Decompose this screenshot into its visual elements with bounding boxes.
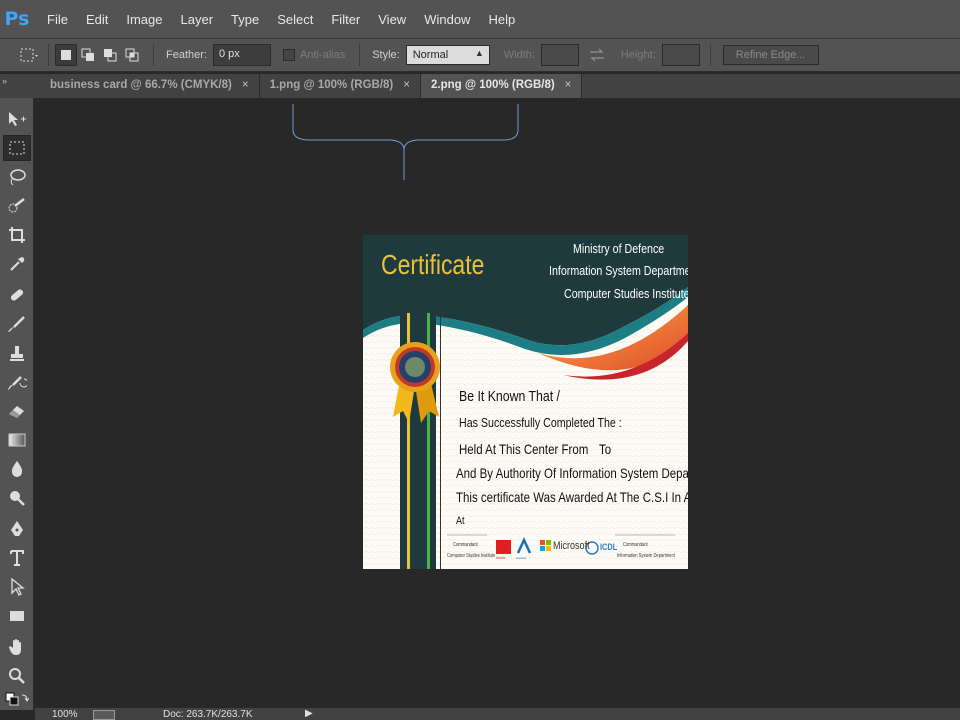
type-tool-icon[interactable]	[3, 545, 31, 571]
pen-tool-icon[interactable]	[3, 516, 31, 542]
cert-line-awarded: This certificate Was Awarded At The C.S.…	[456, 489, 688, 505]
menu-help[interactable]: Help	[479, 12, 524, 27]
tools-panel	[0, 98, 34, 710]
add-to-selection-icon[interactable]	[77, 44, 99, 66]
document-tabs: business card @ 66.7% (CMYK/8) × 1.png @…	[40, 74, 960, 98]
tab-business-card[interactable]: business card @ 66.7% (CMYK/8) ×	[40, 74, 260, 98]
swap-dimensions-icon[interactable]	[579, 48, 615, 62]
menu-bar: Ps File Edit Image Layer Type Select Fil…	[0, 0, 960, 38]
eyedropper-icon[interactable]	[3, 251, 31, 277]
hand-tool-icon[interactable]	[3, 634, 31, 660]
height-input[interactable]	[661, 44, 700, 66]
signature-left-org: Computer Studies Institute	[447, 553, 496, 559]
zoom-level[interactable]: 100%	[52, 709, 78, 720]
style-label: Style:	[372, 49, 400, 61]
style-select[interactable]: Normal ▲	[405, 45, 490, 65]
gradient-tool-icon[interactable]	[3, 427, 31, 453]
menu-filter[interactable]: Filter	[322, 12, 369, 27]
antialias-checkbox[interactable]	[282, 49, 295, 61]
tab-label: 1.png @ 100% (RGB/8)	[269, 79, 394, 91]
tab-label: business card @ 66.7% (CMYK/8)	[50, 79, 232, 91]
menu-file[interactable]: File	[38, 12, 77, 27]
menu-type[interactable]: Type	[222, 12, 268, 27]
icdl-logo: ICDL	[600, 542, 618, 552]
marquee-preset-icon[interactable]	[16, 44, 42, 66]
status-menu-arrow-icon[interactable]: ▶	[305, 708, 313, 719]
close-icon[interactable]: ×	[565, 79, 572, 98]
brace-annotation	[292, 104, 519, 180]
cert-line-authority: And By Authority Of Information System D…	[456, 465, 688, 481]
healing-brush-icon[interactable]	[3, 282, 31, 308]
new-selection-icon[interactable]	[55, 44, 77, 66]
signature-right-org: Information System Department	[617, 553, 675, 559]
history-brush-icon[interactable]	[3, 369, 31, 395]
certificate-title: Certificate	[381, 249, 485, 280]
divider	[153, 44, 154, 66]
divider	[48, 44, 49, 66]
color-swatches-icon[interactable]	[3, 690, 31, 708]
options-bar: Feather: 0 px Anti-alias Style: Normal ▲…	[0, 38, 960, 72]
rectangle-tool-icon[interactable]	[3, 603, 31, 629]
dodge-tool-icon[interactable]	[3, 485, 31, 511]
feather-label: Feather:	[166, 49, 207, 61]
menu-window[interactable]: Window	[415, 12, 479, 27]
crop-tool-icon[interactable]	[3, 222, 31, 248]
menu-list: File Edit Image Layer Type Select Filter…	[38, 12, 524, 27]
tab-2-png[interactable]: 2.png @ 100% (RGB/8) ×	[420, 74, 583, 98]
select-arrows-icon: ▲	[474, 48, 484, 58]
tab-label: 2.png @ 100% (RGB/8)	[430, 79, 555, 91]
autodesk-logo: Autodesk	[516, 556, 527, 560]
cert-line-to: To	[599, 441, 612, 457]
menu-view[interactable]: View	[369, 12, 415, 27]
move-tool-icon[interactable]	[3, 106, 31, 132]
blur-tool-icon[interactable]	[3, 456, 31, 482]
org-line-1: Ministry of Defence	[573, 241, 665, 256]
clone-stamp-icon[interactable]	[3, 340, 31, 366]
antialias-label: Anti-alias	[299, 49, 346, 61]
close-icon[interactable]: ×	[403, 79, 410, 98]
subtract-selection-icon[interactable]	[99, 44, 121, 66]
eraser-icon[interactable]	[3, 398, 31, 424]
close-icon[interactable]: ×	[242, 79, 249, 98]
certificate-image: Certificate Ministry of Defence Informat…	[363, 235, 688, 569]
preview-icon[interactable]	[93, 710, 115, 720]
refine-edge-button[interactable]: Refine Edge...	[722, 45, 819, 65]
divider	[359, 44, 361, 66]
menu-edit[interactable]: Edit	[77, 12, 117, 27]
feather-input[interactable]: 0 px	[212, 44, 271, 66]
panel-collapse-icon[interactable]: »	[0, 74, 40, 98]
cert-line-held: Held At This Center From	[459, 441, 589, 457]
doc-size: Doc: 263.7K/263.7K	[163, 709, 253, 720]
brush-tool-icon[interactable]	[3, 311, 31, 337]
cert-line-known: Be It Known That /	[459, 388, 560, 405]
org-line-3: Computer Studies Institute	[564, 286, 688, 301]
intersect-selection-icon[interactable]	[121, 44, 143, 66]
zoom-tool-icon[interactable]	[3, 663, 31, 689]
path-selection-icon[interactable]	[3, 574, 31, 600]
divider	[709, 44, 711, 66]
rectangular-marquee-icon[interactable]	[3, 135, 31, 161]
adobe-logo: Adobe	[496, 555, 506, 560]
style-select-value: Normal	[412, 49, 449, 61]
photoshop-logo: Ps	[4, 8, 30, 30]
menu-image[interactable]: Image	[117, 12, 171, 27]
org-line-2: Information System Department	[549, 263, 688, 278]
signature-left-title: Commandant	[453, 542, 478, 548]
menu-select[interactable]: Select	[268, 12, 322, 27]
signature-right-title: Commandant	[623, 542, 648, 548]
cert-line-completed: Has Successfully Completed The :	[459, 415, 622, 430]
lasso-tool-icon[interactable]	[3, 164, 31, 190]
quick-selection-icon[interactable]	[3, 193, 31, 219]
microsoft-logo: Microsoft	[553, 540, 590, 552]
cert-line-at: At	[456, 515, 465, 527]
menu-layer[interactable]: Layer	[172, 12, 223, 27]
width-label: Width:	[503, 49, 535, 61]
tab-1-png[interactable]: 1.png @ 100% (RGB/8) ×	[260, 74, 421, 98]
width-input[interactable]	[540, 44, 579, 66]
status-bar: 100% Doc: 263.7K/263.7K ▶	[35, 708, 960, 720]
height-label: Height:	[620, 49, 656, 61]
